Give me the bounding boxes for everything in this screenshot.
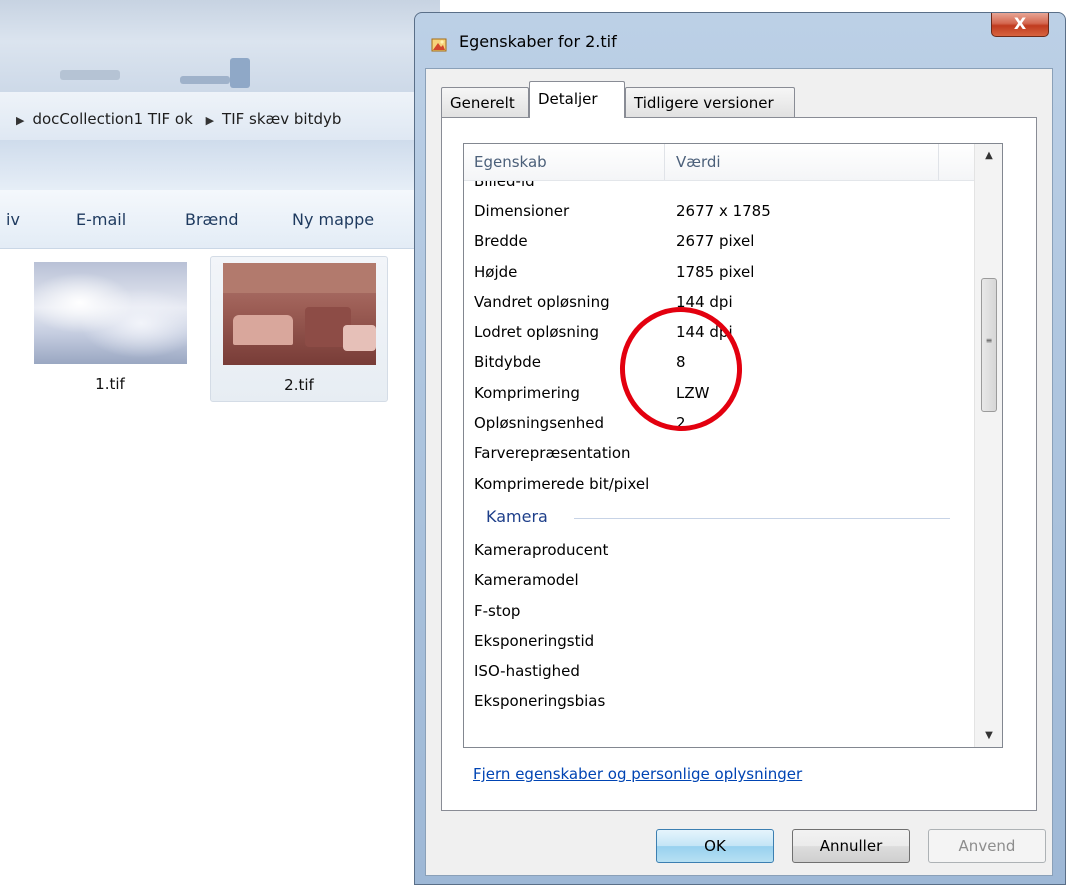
tab-tidligere-versioner[interactable]: Tidligere versioner [625,87,795,117]
column-divider[interactable] [938,144,939,180]
ok-button[interactable]: OK [656,829,774,863]
dialog-title: Egenskaber for 2.tif [459,32,617,51]
file-name: 2.tif [284,376,314,394]
address-bar[interactable]: ▶ docCollection1 TIF ok ▶ TIF skæv bitdyb [0,92,440,141]
list-item[interactable]: Farverepræsentation [464,440,974,470]
file-thumbnail [223,263,376,365]
explorer-menu-strip [0,140,440,191]
list-item[interactable]: ISO-hastighed [464,658,974,688]
list-item[interactable]: Kameramodel [464,567,974,597]
breadcrumb-arrow-icon[interactable]: ▶ [16,114,24,127]
explorer-window: ▶ docCollection1 TIF ok ▶ TIF skæv bitdyb … [0,0,440,885]
list-header: Egenskab Værdi [464,144,974,181]
list-item[interactable]: Bredde 2677 pixel [464,228,974,258]
column-header-property[interactable]: Egenskab [474,153,547,171]
apply-button[interactable]: Anvend [928,829,1046,863]
group-divider [574,517,950,519]
list-item[interactable]: Kameraproducent [464,537,974,567]
new-folder-button[interactable]: Ny mappe [292,210,374,229]
scroll-up-arrow-icon[interactable]: ▲ [975,144,1002,166]
remove-properties-link[interactable]: Fjern egenskaber og personlige oplysning… [473,765,802,783]
file-item-1-tif[interactable]: 1.tif [22,256,198,400]
burn-button[interactable]: Brænd [185,210,239,229]
close-button[interactable]: X [991,13,1049,37]
list-item[interactable]: Højde 1785 pixel [464,259,974,289]
scroll-down-arrow-icon[interactable]: ▼ [975,725,1002,747]
grip-icon: ≡ [985,336,993,345]
breadcrumb[interactable]: ▶ docCollection1 TIF ok ▶ TIF skæv bitdyb [14,110,341,128]
breadcrumb-arrow-icon[interactable]: ▶ [206,114,214,127]
file-name: 1.tif [95,375,125,393]
explorer-title-area [0,0,440,92]
list-item[interactable]: Komprimerede bit/pixel [464,471,974,501]
dialog-client-area: Generelt Detaljer Tidligere versioner Bi… [425,68,1053,876]
file-thumbnail [34,262,187,364]
column-header-value[interactable]: Værdi [676,153,721,171]
tab-detaljer[interactable]: Detaljer [529,81,625,118]
breadcrumb-item-doccollection[interactable]: docCollection1 TIF ok [32,110,192,128]
properties-dialog: Egenskaber for 2.tif X Generelt Detaljer… [414,12,1066,885]
details-tab-panel: Billed-id Dimensioner 2677 x 1785 Bredde 2… [441,117,1037,811]
properties-list[interactable]: Billed-id Dimensioner 2677 x 1785 Bredde 2… [463,143,1003,748]
group-label: Kamera [486,506,548,526]
breadcrumb-item-tif-folder[interactable]: TIF skæv bitdyb [222,110,341,128]
explorer-toolbar: iv E-mail Brænd Ny mappe [0,190,440,249]
tif-file-icon [431,38,447,52]
column-divider[interactable] [664,144,665,180]
file-item-2-tif[interactable]: 2.tif [210,256,388,402]
scroll-thumb[interactable]: ≡ [981,278,997,412]
list-item[interactable]: Eksponeringstid [464,628,974,658]
list-item[interactable]: Vandret opløsning 144 dpi [464,289,974,319]
cancel-button[interactable]: Annuller [792,829,910,863]
tab-generelt[interactable]: Generelt [441,87,529,117]
email-button[interactable]: E-mail [76,210,126,229]
vertical-scrollbar[interactable]: ▲ ≡ ▼ [974,144,1002,747]
group-header-kamera[interactable]: Kamera [464,501,974,537]
list-item[interactable]: Eksponeringsbias [464,688,974,718]
toolbar-item-partial[interactable]: iv [6,210,20,229]
properties-rows: Billed-id Dimensioner 2677 x 1785 Bredde 2… [464,172,974,719]
list-item[interactable]: Dimensioner 2677 x 1785 [464,198,974,228]
list-item[interactable]: F-stop [464,598,974,628]
